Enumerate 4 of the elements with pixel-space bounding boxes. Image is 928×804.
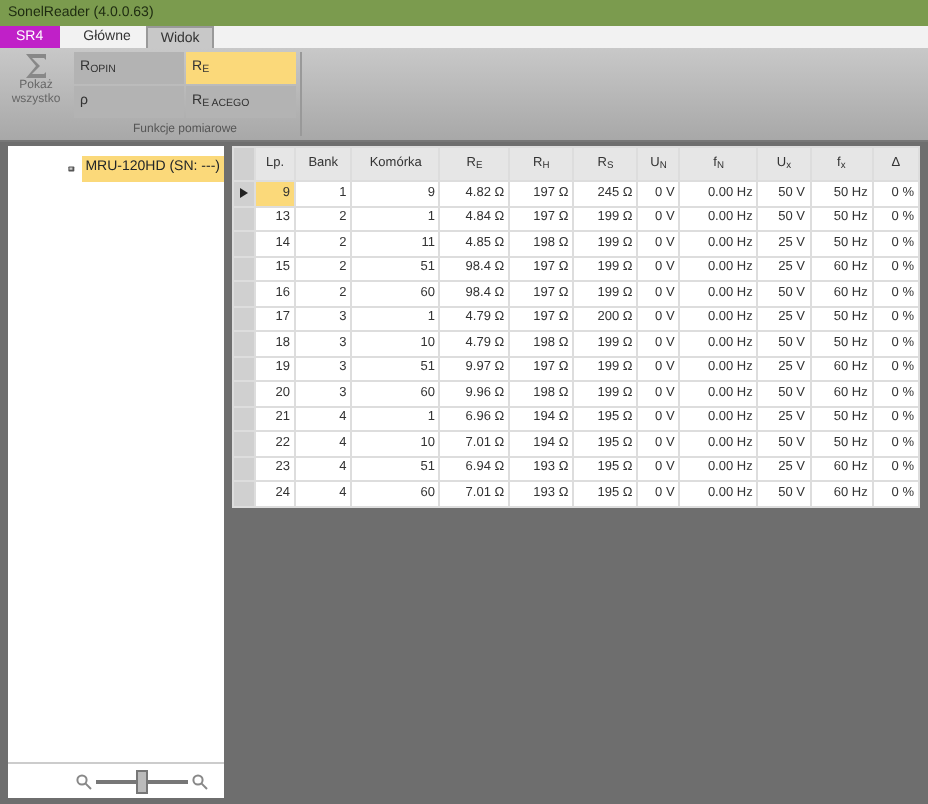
sigma-icon <box>22 52 50 80</box>
zoom-out-icon[interactable] <box>76 773 92 789</box>
zoom-in-icon[interactable] <box>192 773 208 789</box>
slider-thumb[interactable] <box>136 769 148 793</box>
